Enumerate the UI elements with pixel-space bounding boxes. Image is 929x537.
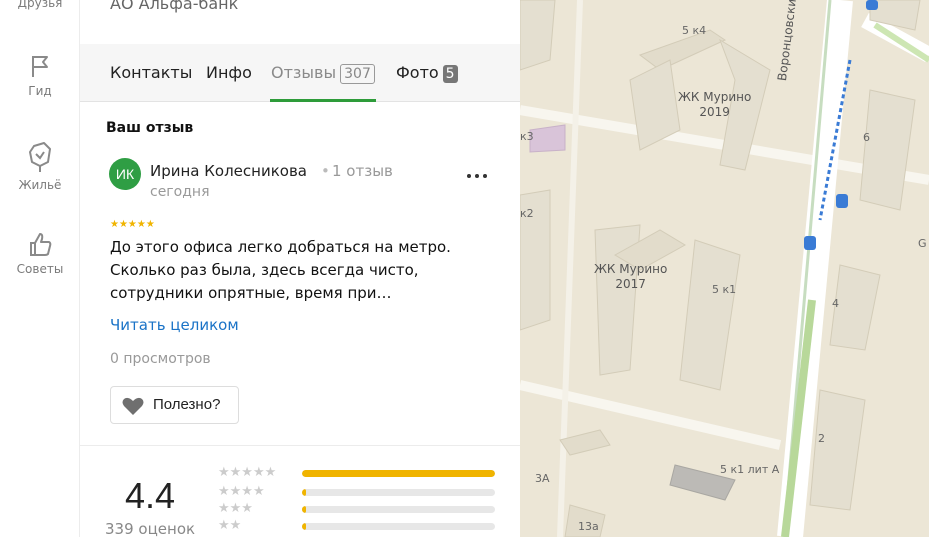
more-options-button[interactable] <box>466 164 488 180</box>
map-label-text: ЖК Мурино <box>594 262 668 276</box>
map-house-number: G <box>918 237 927 250</box>
distribution-bar <box>302 489 495 496</box>
map-house-number: к3 <box>520 130 534 143</box>
thumbs-up-icon <box>30 233 52 256</box>
map-building <box>859 89 916 211</box>
distribution-bar-fill <box>302 523 306 530</box>
avatar[interactable]: ИК <box>109 158 141 190</box>
section-title: Ваш отзыв <box>106 120 194 136</box>
rail-item-label: Друзья <box>17 0 63 10</box>
map-building <box>520 0 556 71</box>
review-text-line: сотрудники опрятные, время при… <box>110 284 392 302</box>
distribution-bar <box>302 506 495 513</box>
distribution-stars: ★★ <box>218 518 242 533</box>
map-road <box>557 0 583 537</box>
bus-stop-icon <box>836 194 848 208</box>
rail-item-tips[interactable]: Советы <box>0 230 80 276</box>
heart-icon <box>122 397 144 415</box>
rating-distribution-row[interactable]: ★★★★ <box>218 484 498 500</box>
distribution-bar <box>302 470 495 477</box>
tab-reviews-label: Отзывы <box>271 63 337 82</box>
rating-distribution-row[interactable]: ★★★ <box>218 501 498 517</box>
map-house-number: 5 к4 <box>682 24 707 37</box>
map-building <box>529 124 566 153</box>
map-building <box>809 389 866 511</box>
author-name[interactable]: Ирина Колесникова <box>150 162 307 180</box>
rating-count: 339 оценок <box>105 520 196 537</box>
active-tab-indicator <box>270 99 376 102</box>
read-more-link[interactable]: Читать целиком <box>110 316 239 334</box>
review-text-line: Сколько раз была, здесь всегда чисто, <box>110 261 419 279</box>
rail-item-housing[interactable]: Жильё <box>0 140 80 192</box>
map-building <box>559 429 611 456</box>
rail-item-label: Гид <box>28 84 52 98</box>
photos-count-badge: 5 <box>442 65 458 83</box>
map-house-number: 6 <box>863 131 870 144</box>
author-review-count: 1 отзыв <box>332 162 393 180</box>
building-icon <box>29 142 51 172</box>
rail-item-guide[interactable]: Гид <box>0 52 80 98</box>
rail-item-label: Жильё <box>18 178 62 192</box>
org-name: АО Альфа-банк <box>110 0 239 13</box>
flag-icon <box>32 56 48 77</box>
map-label-complex[interactable]: ЖК Мурино 2017 <box>594 262 667 292</box>
place-panel: АО Альфа-банк Контакты Инфо Отзывы 307 Фо… <box>80 0 520 537</box>
distribution-stars: ★★★★ <box>218 484 265 499</box>
view-count: 0 просмотров <box>110 351 211 367</box>
map-house-number: 5 к1 лит А <box>720 463 780 476</box>
map-house-number: 13а <box>578 520 599 533</box>
distribution-bar-fill <box>302 506 306 513</box>
tab-contacts[interactable]: Контакты <box>110 63 192 82</box>
separator-dot: • <box>321 162 330 180</box>
map-canvas <box>520 0 929 537</box>
average-rating: 4.4 <box>125 475 176 516</box>
rating-distribution-row[interactable]: ★★ <box>218 518 498 534</box>
map[interactable]: ЖК Мурино 2019 ЖК Мурино 2017 5 к4 5 к1 … <box>520 0 929 537</box>
distribution-stars: ★★★ <box>218 501 253 516</box>
divider <box>80 445 520 446</box>
distribution-bar-fill <box>302 489 306 496</box>
map-label-complex[interactable]: ЖК Мурино 2019 <box>678 90 751 120</box>
bus-stop-icon <box>804 236 816 250</box>
tab-info[interactable]: Инфо <box>206 63 252 82</box>
review-stars: ★★★★★ <box>110 219 155 230</box>
map-building <box>679 239 741 391</box>
useful-button[interactable]: Полезно? <box>110 386 239 424</box>
map-label-text: ЖК Мурино <box>678 90 752 104</box>
org-header: АО Альфа-банк <box>80 0 520 44</box>
tab-reviews[interactable]: Отзывы 307 <box>271 63 375 84</box>
reviews-count-badge: 307 <box>340 64 375 84</box>
review-text-line: До этого офиса легко добраться на метро. <box>110 238 451 256</box>
tab-bar: Контакты Инфо Отзывы 307 Фото 5 <box>80 44 520 102</box>
useful-label: Полезно? <box>153 396 221 413</box>
review-text: До этого офиса легко добраться на метро.… <box>110 236 490 305</box>
distribution-stars: ★★★★★ <box>218 465 277 480</box>
map-house-number: 4 <box>832 297 839 310</box>
tab-photos-label: Фото <box>396 63 439 82</box>
distribution-bar <box>302 523 495 530</box>
review-date: сегодня <box>150 184 210 200</box>
map-house-number: 5 к1 <box>712 283 737 296</box>
map-house-number: 3А <box>535 472 550 485</box>
map-house-number: к2 <box>520 207 534 220</box>
left-rail: Друзья Гид Жильё Советы <box>0 0 80 537</box>
more-dots-icon <box>467 174 487 178</box>
distribution-bar-fill <box>302 470 495 477</box>
map-label-text: 2017 <box>615 277 646 291</box>
bus-stop-icon <box>866 0 878 10</box>
rail-item-friends[interactable]: Друзья <box>0 0 80 10</box>
rail-item-label: Советы <box>16 262 64 276</box>
rating-distribution-row[interactable]: ★★★★★ <box>218 465 498 481</box>
map-label-text: 2019 <box>699 105 730 119</box>
tab-photos[interactable]: Фото 5 <box>396 63 458 83</box>
map-house-number: 2 <box>818 432 825 445</box>
map-road <box>520 380 782 450</box>
